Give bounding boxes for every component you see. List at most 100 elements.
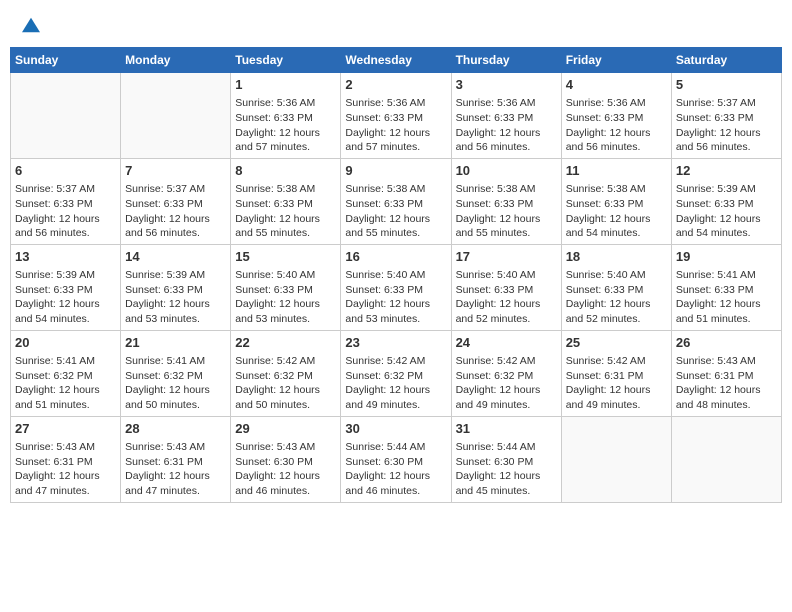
calendar-week-row: 1 Sunrise: 5:36 AM Sunset: 6:33 PM Daylig… <box>11 73 782 159</box>
day-number: 22 <box>235 334 336 352</box>
day-number: 13 <box>15 248 116 266</box>
day-number: 3 <box>456 76 557 94</box>
col-wednesday: Wednesday <box>341 48 451 73</box>
cell-day-info: 28 Sunrise: 5:43 AM Sunset: 6:31 PM Dayli… <box>125 420 226 499</box>
logo-icon <box>22 16 40 34</box>
cell-sun-info: Sunrise: 5:42 AM Sunset: 6:32 PM Dayligh… <box>456 354 557 413</box>
day-number: 12 <box>676 162 777 180</box>
day-number: 28 <box>125 420 226 438</box>
table-row: 29Sunrise: 5:43 AM Sunset: 6:30 PM Dayli… <box>231 416 341 502</box>
cell-day-info: 5 Sunrise: 5:37 AM Sunset: 6:33 PM Daylig… <box>676 76 777 155</box>
day-number: 23 <box>345 334 446 352</box>
table-row: 23 Sunrise: 5:42 AM Sunset: 6:32 PM Dayli… <box>341 330 451 416</box>
table-row <box>671 416 781 502</box>
table-row: 1Sunrise: 5:36 AM Sunset: 6:33 PM Daylig… <box>231 73 341 159</box>
cell-sun-info: Sunrise: 5:39 AM Sunset: 6:33 PM Dayligh… <box>676 182 777 241</box>
day-number: 30 <box>345 420 446 438</box>
cell-day-info: 22Sunrise: 5:42 AM Sunset: 6:32 PM Dayli… <box>235 334 336 413</box>
day-number: 26 <box>676 334 777 352</box>
calendar-week-row: 27 Sunrise: 5:43 AM Sunset: 6:31 PM Dayli… <box>11 416 782 502</box>
calendar-week-row: 6Sunrise: 5:37 AM Sunset: 6:33 PM Daylig… <box>11 158 782 244</box>
table-row: 18Sunrise: 5:40 AM Sunset: 6:33 PM Dayli… <box>561 244 671 330</box>
cell-sun-info: Sunrise: 5:44 AM Sunset: 6:30 PM Dayligh… <box>456 440 557 499</box>
day-number: 9 <box>345 162 446 180</box>
cell-day-info: 10Sunrise: 5:38 AM Sunset: 6:33 PM Dayli… <box>456 162 557 241</box>
cell-sun-info: Sunrise: 5:43 AM Sunset: 6:31 PM Dayligh… <box>15 440 116 499</box>
day-number: 5 <box>676 76 777 94</box>
day-number: 16 <box>345 248 446 266</box>
day-number: 31 <box>456 420 557 438</box>
table-row: 9 Sunrise: 5:38 AM Sunset: 6:33 PM Daylig… <box>341 158 451 244</box>
logo <box>20 18 40 39</box>
table-row: 3Sunrise: 5:36 AM Sunset: 6:33 PM Daylig… <box>451 73 561 159</box>
table-row: 22Sunrise: 5:42 AM Sunset: 6:32 PM Dayli… <box>231 330 341 416</box>
cell-day-info: 2 Sunrise: 5:36 AM Sunset: 6:33 PM Daylig… <box>345 76 446 155</box>
cell-day-info: 15 Sunrise: 5:40 AM Sunset: 6:33 PM Dayli… <box>235 248 336 327</box>
col-saturday: Saturday <box>671 48 781 73</box>
cell-sun-info: Sunrise: 5:42 AM Sunset: 6:32 PM Dayligh… <box>345 354 446 413</box>
cell-day-info: 16 Sunrise: 5:40 AM Sunset: 6:33 PM Dayli… <box>345 248 446 327</box>
cell-sun-info: Sunrise: 5:43 AM Sunset: 6:31 PM Dayligh… <box>676 354 777 413</box>
cell-sun-info: Sunrise: 5:39 AM Sunset: 6:33 PM Dayligh… <box>15 268 116 327</box>
cell-day-info: 4 Sunrise: 5:36 AM Sunset: 6:33 PM Daylig… <box>566 76 667 155</box>
calendar-header-row: Sunday Monday Tuesday Wednesday Thursday… <box>11 48 782 73</box>
cell-sun-info: Sunrise: 5:37 AM Sunset: 6:33 PM Dayligh… <box>676 96 777 155</box>
cell-day-info: 14Sunrise: 5:39 AM Sunset: 6:33 PM Dayli… <box>125 248 226 327</box>
day-number: 11 <box>566 162 667 180</box>
cell-day-info: 7Sunrise: 5:37 AM Sunset: 6:33 PM Daylig… <box>125 162 226 241</box>
table-row: 24Sunrise: 5:42 AM Sunset: 6:32 PM Dayli… <box>451 330 561 416</box>
table-row: 15 Sunrise: 5:40 AM Sunset: 6:33 PM Dayli… <box>231 244 341 330</box>
table-row: 25Sunrise: 5:42 AM Sunset: 6:31 PM Dayli… <box>561 330 671 416</box>
day-number: 1 <box>235 76 336 94</box>
table-row: 4 Sunrise: 5:36 AM Sunset: 6:33 PM Daylig… <box>561 73 671 159</box>
cell-sun-info: Sunrise: 5:40 AM Sunset: 6:33 PM Dayligh… <box>345 268 446 327</box>
cell-day-info: 27 Sunrise: 5:43 AM Sunset: 6:31 PM Dayli… <box>15 420 116 499</box>
calendar-table: Sunday Monday Tuesday Wednesday Thursday… <box>10 47 782 503</box>
cell-sun-info: Sunrise: 5:36 AM Sunset: 6:33 PM Dayligh… <box>345 96 446 155</box>
day-number: 18 <box>566 248 667 266</box>
table-row: 8Sunrise: 5:38 AM Sunset: 6:33 PM Daylig… <box>231 158 341 244</box>
cell-day-info: 1Sunrise: 5:36 AM Sunset: 6:33 PM Daylig… <box>235 76 336 155</box>
cell-sun-info: Sunrise: 5:38 AM Sunset: 6:33 PM Dayligh… <box>345 182 446 241</box>
cell-day-info: 9 Sunrise: 5:38 AM Sunset: 6:33 PM Daylig… <box>345 162 446 241</box>
cell-sun-info: Sunrise: 5:37 AM Sunset: 6:33 PM Dayligh… <box>15 182 116 241</box>
table-row: 7Sunrise: 5:37 AM Sunset: 6:33 PM Daylig… <box>121 158 231 244</box>
table-row: 2 Sunrise: 5:36 AM Sunset: 6:33 PM Daylig… <box>341 73 451 159</box>
day-number: 29 <box>235 420 336 438</box>
day-number: 4 <box>566 76 667 94</box>
cell-sun-info: Sunrise: 5:41 AM Sunset: 6:33 PM Dayligh… <box>676 268 777 327</box>
cell-sun-info: Sunrise: 5:43 AM Sunset: 6:31 PM Dayligh… <box>125 440 226 499</box>
day-number: 19 <box>676 248 777 266</box>
table-row <box>121 73 231 159</box>
cell-day-info: 8Sunrise: 5:38 AM Sunset: 6:33 PM Daylig… <box>235 162 336 241</box>
cell-day-info: 26 Sunrise: 5:43 AM Sunset: 6:31 PM Dayli… <box>676 334 777 413</box>
cell-day-info: 6Sunrise: 5:37 AM Sunset: 6:33 PM Daylig… <box>15 162 116 241</box>
cell-day-info: 17Sunrise: 5:40 AM Sunset: 6:33 PM Dayli… <box>456 248 557 327</box>
table-row: 16 Sunrise: 5:40 AM Sunset: 6:33 PM Dayli… <box>341 244 451 330</box>
cell-day-info: 11 Sunrise: 5:38 AM Sunset: 6:33 PM Dayli… <box>566 162 667 241</box>
cell-sun-info: Sunrise: 5:38 AM Sunset: 6:33 PM Dayligh… <box>566 182 667 241</box>
cell-day-info: 23 Sunrise: 5:42 AM Sunset: 6:32 PM Dayli… <box>345 334 446 413</box>
col-friday: Friday <box>561 48 671 73</box>
cell-sun-info: Sunrise: 5:37 AM Sunset: 6:33 PM Dayligh… <box>125 182 226 241</box>
day-number: 27 <box>15 420 116 438</box>
cell-day-info: 3Sunrise: 5:36 AM Sunset: 6:33 PM Daylig… <box>456 76 557 155</box>
day-number: 20 <box>15 334 116 352</box>
table-row: 17Sunrise: 5:40 AM Sunset: 6:33 PM Dayli… <box>451 244 561 330</box>
cell-day-info: 13 Sunrise: 5:39 AM Sunset: 6:33 PM Dayli… <box>15 248 116 327</box>
cell-day-info: 31 Sunrise: 5:44 AM Sunset: 6:30 PM Dayli… <box>456 420 557 499</box>
day-number: 15 <box>235 248 336 266</box>
cell-sun-info: Sunrise: 5:39 AM Sunset: 6:33 PM Dayligh… <box>125 268 226 327</box>
cell-sun-info: Sunrise: 5:40 AM Sunset: 6:33 PM Dayligh… <box>456 268 557 327</box>
cell-day-info: 20Sunrise: 5:41 AM Sunset: 6:32 PM Dayli… <box>15 334 116 413</box>
cell-day-info: 24Sunrise: 5:42 AM Sunset: 6:32 PM Dayli… <box>456 334 557 413</box>
calendar-week-row: 13 Sunrise: 5:39 AM Sunset: 6:33 PM Dayli… <box>11 244 782 330</box>
day-number: 10 <box>456 162 557 180</box>
day-number: 2 <box>345 76 446 94</box>
col-thursday: Thursday <box>451 48 561 73</box>
table-row: 14Sunrise: 5:39 AM Sunset: 6:33 PM Dayli… <box>121 244 231 330</box>
cell-sun-info: Sunrise: 5:36 AM Sunset: 6:33 PM Dayligh… <box>566 96 667 155</box>
cell-sun-info: Sunrise: 5:40 AM Sunset: 6:33 PM Dayligh… <box>235 268 336 327</box>
table-row: 19 Sunrise: 5:41 AM Sunset: 6:33 PM Dayli… <box>671 244 781 330</box>
cell-day-info: 12 Sunrise: 5:39 AM Sunset: 6:33 PM Dayli… <box>676 162 777 241</box>
